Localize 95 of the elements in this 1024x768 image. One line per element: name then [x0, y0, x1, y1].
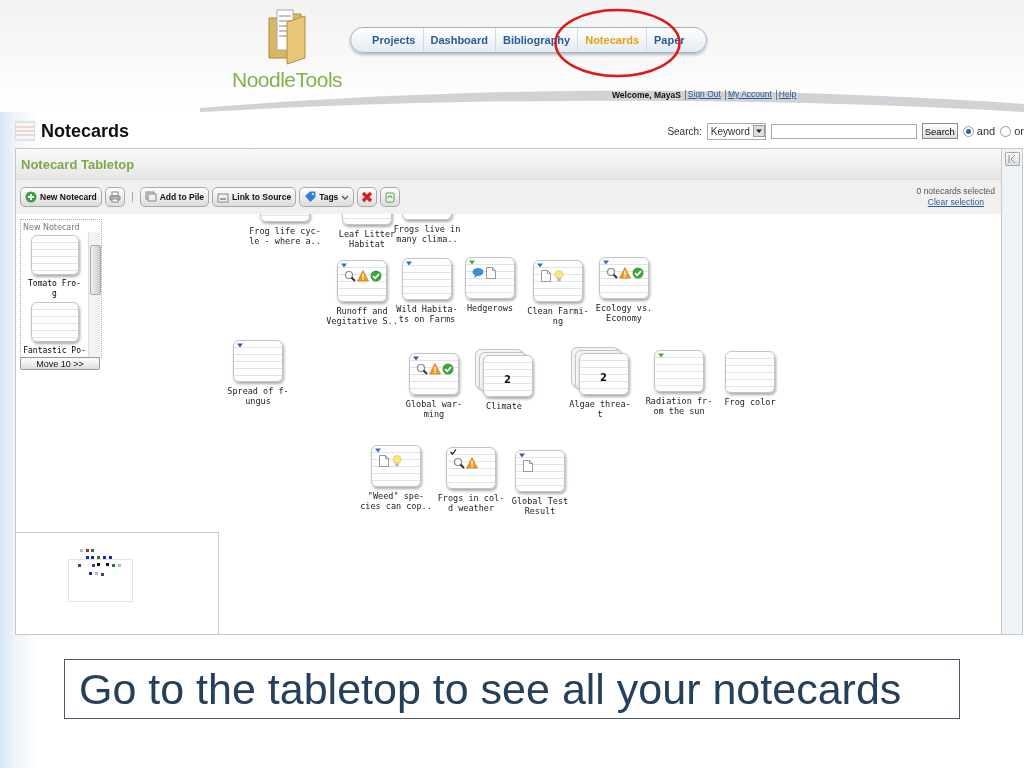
notecard[interactable]	[409, 353, 459, 395]
logo-text: NoodleTools	[232, 68, 343, 92]
notecard[interactable]	[30, 302, 79, 342]
lightbulb-icon	[553, 270, 565, 282]
notecard-title: Frogs in col- d weather	[437, 493, 505, 513]
notecard-title: Frogs live in many clima..	[393, 224, 461, 244]
notecard-title: Ecology vs. Economy	[595, 303, 653, 323]
check-icon	[632, 267, 644, 279]
notecard-title: Spread of f- ungus	[227, 386, 289, 406]
notecard-title: Frog life cyc- le - where a..	[249, 226, 321, 246]
welcome-text: Welcome, MayaS	[612, 90, 682, 100]
notecard[interactable]	[533, 260, 583, 302]
clear-selection-link[interactable]: Clear selection	[916, 197, 984, 208]
magnifier-icon	[453, 457, 465, 469]
add-to-pile-button[interactable]: Add to Pile	[139, 187, 210, 207]
new-notecard-button[interactable]: New Notecard	[20, 187, 102, 207]
warning-icon	[466, 457, 478, 469]
header-link[interactable]: My Account	[724, 90, 774, 100]
page-icon	[485, 267, 497, 279]
delete-icon	[361, 191, 374, 203]
warning-icon	[357, 270, 369, 282]
printer-icon	[108, 191, 121, 203]
check-icon	[442, 363, 454, 375]
scrollbar[interactable]	[88, 232, 100, 357]
check-icon	[370, 270, 382, 282]
pile-header: New Notecard	[22, 222, 81, 232]
collapse-icon	[1007, 154, 1017, 164]
notecard-title: Algae threa- t	[569, 399, 631, 419]
notecard-title: "Weed" spe- cies can cop..	[360, 491, 432, 511]
notecard-title: Global Test Result	[511, 496, 569, 516]
selection-count: 0 notecards selected	[916, 186, 995, 197]
notecard-title: Tomato Fro- g	[28, 279, 81, 299]
warning-icon	[429, 363, 441, 375]
notecard[interactable]	[30, 235, 79, 275]
notecard[interactable]	[371, 445, 421, 487]
nav-tab[interactable]: Dashboard	[423, 28, 496, 52]
notecard-title: Clean Farmi- ng	[527, 306, 589, 326]
source-icon	[217, 191, 230, 203]
notecard[interactable]	[402, 258, 452, 300]
radio-label: or	[1014, 125, 1024, 137]
notecard[interactable]	[465, 257, 515, 299]
page-icon	[540, 270, 552, 282]
delete-button[interactable]	[357, 187, 378, 207]
recycle-bin-icon	[384, 191, 397, 203]
notecard[interactable]	[725, 351, 775, 393]
header-link[interactable]: Help	[775, 90, 799, 100]
header-link[interactable]: Sign Out	[684, 90, 723, 100]
search-button[interactable]: Search	[921, 123, 958, 139]
warning-icon	[619, 267, 631, 279]
notecard-title: Fantastic Po-	[23, 346, 86, 356]
radio-button[interactable]	[962, 125, 974, 137]
collapse-button[interactable]	[1004, 152, 1020, 166]
notecard[interactable]	[515, 450, 565, 492]
link-to-source-button[interactable]: Link to Source	[212, 187, 297, 207]
notecard-title: Global war- ming	[405, 399, 463, 419]
radio-button[interactable]	[1000, 125, 1012, 137]
notecard-title: Radiation fr- om the sun	[645, 396, 713, 416]
lightbulb-icon	[391, 455, 403, 467]
notecard-title: Hedgerows	[466, 303, 514, 313]
notecard[interactable]	[654, 350, 704, 392]
caret-icon	[341, 193, 350, 201]
recycle-button[interactable]	[380, 187, 401, 207]
tag-icon	[304, 191, 317, 203]
notecard[interactable]: 2	[579, 353, 629, 395]
notecard[interactable]	[599, 257, 649, 299]
notecard-title: Wild Habita- ts on Farms	[396, 304, 458, 324]
notecards-icon	[15, 120, 35, 142]
notecard[interactable]	[233, 340, 283, 382]
print-button[interactable]	[104, 187, 125, 207]
search-label: Search:	[667, 125, 702, 137]
notecard-title: Frog color	[724, 397, 776, 407]
panel-title: Notecard Tabletop	[21, 156, 135, 172]
page-title: Notecards	[41, 120, 130, 142]
notecard-title: Climate	[486, 401, 522, 411]
slide-caption: Go to the tabletop to see all your notecards	[64, 659, 960, 719]
search-type-select[interactable]: Keyword	[706, 122, 766, 140]
speech-bubble-icon	[472, 267, 484, 279]
search-field[interactable]	[770, 123, 917, 139]
magnifier-icon	[344, 270, 356, 282]
stack-count: 2	[504, 374, 511, 385]
notecard[interactable]	[446, 447, 496, 489]
radio-label: and	[976, 125, 996, 137]
cards-icon	[144, 191, 157, 203]
stack-count: 2	[600, 372, 607, 383]
nav-tab[interactable]: Projects	[365, 28, 424, 52]
minimap-drawing	[68, 547, 134, 603]
magnifier-icon	[416, 363, 428, 375]
page-icon	[378, 455, 390, 467]
plus-icon	[25, 191, 37, 203]
move-button[interactable]: Move 10 >>	[20, 357, 100, 370]
page-icon	[522, 460, 534, 472]
tags-button[interactable]: Tags	[299, 187, 355, 207]
notecard[interactable]: 2	[483, 355, 533, 397]
magnifier-icon	[606, 267, 618, 279]
notecard[interactable]	[337, 260, 387, 302]
